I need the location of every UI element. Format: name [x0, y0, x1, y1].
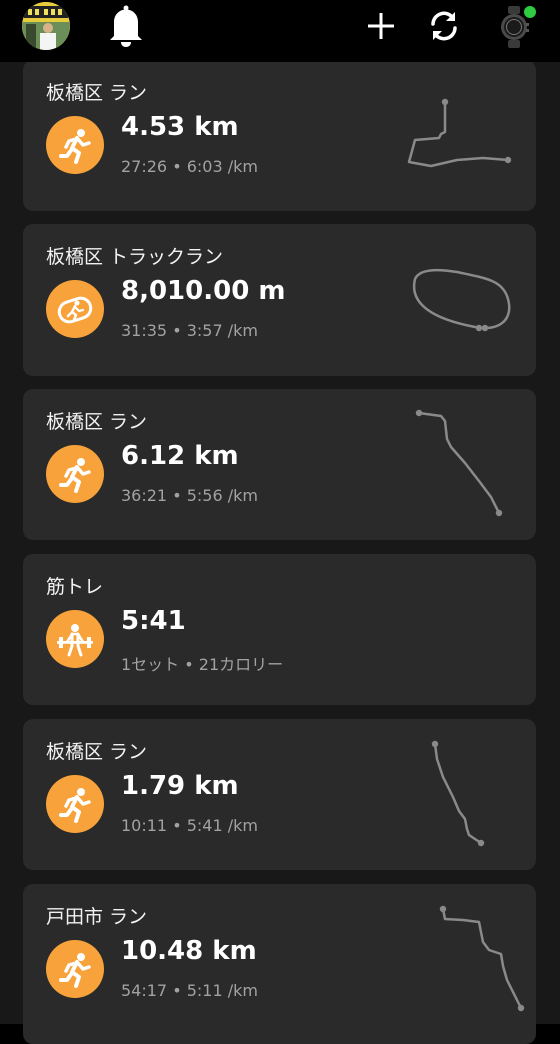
activity-stats: 31:35 • 3:57 /km — [121, 321, 258, 340]
activity-list: 板橋区 ラン 4.53 km 27:26 • 6:03 /km 板橋区 トラック… — [0, 0, 560, 1044]
activity-title: 板橋区 ラン — [46, 741, 148, 763]
route-map-thumbnail — [439, 905, 525, 1012]
weightlifting-icon — [46, 610, 104, 668]
activity-card[interactable]: 戸田市 ラン 10.48 km 54:17 • 5:11 /km — [23, 884, 536, 1044]
running-icon — [46, 940, 104, 998]
activity-duration: 5:41 — [121, 606, 186, 636]
activity-distance: 1.79 km — [121, 771, 239, 801]
bell-icon — [110, 5, 142, 47]
running-icon — [46, 775, 104, 833]
activity-stats: 1セット • 21カロリー — [121, 655, 284, 674]
running-icon — [46, 445, 104, 503]
profile-avatar[interactable] — [22, 2, 70, 50]
activity-distance: 10.48 km — [121, 936, 257, 966]
activity-title: 戸田市 ラン — [46, 906, 148, 928]
sync-button[interactable] — [424, 6, 464, 46]
activity-card[interactable]: 板橋区 ラン 6.12 km 36:21 • 5:56 /km — [23, 389, 536, 540]
add-activity-button[interactable] — [364, 8, 398, 44]
route-map-thumbnail — [431, 740, 485, 847]
notifications-button[interactable] — [106, 4, 146, 48]
activity-title: 板橋区 ラン — [46, 82, 148, 104]
device-status-indicator — [522, 4, 538, 20]
activity-distance: 4.53 km — [121, 112, 239, 142]
activity-stats: 10:11 • 5:41 /km — [121, 816, 258, 835]
activity-card[interactable]: 板橋区 ラン 4.53 km 27:26 • 6:03 /km — [23, 60, 536, 211]
route-map-thumbnail — [415, 409, 503, 517]
running-icon — [46, 116, 104, 174]
activity-title: 板橋区 トラックラン — [46, 246, 224, 268]
track-run-icon — [46, 280, 104, 338]
plus-icon — [368, 13, 394, 39]
top-navigation-bar — [0, 0, 560, 62]
activity-title: 板橋区 ラン — [46, 411, 148, 433]
route-map-thumbnail — [407, 98, 512, 168]
activity-card[interactable]: 板橋区 ラン 1.79 km 10:11 • 5:41 /km — [23, 719, 536, 870]
activity-card[interactable]: 筋トレ 5:41 1セット • 21カロリー — [23, 554, 536, 705]
activity-distance: 8,010.00 m — [121, 276, 286, 306]
route-map-thumbnail — [412, 268, 511, 332]
activity-stats: 27:26 • 6:03 /km — [121, 157, 258, 176]
activity-card[interactable]: 板橋区 トラックラン 8,010.00 m 31:35 • 3:57 /km — [23, 224, 536, 376]
sync-icon — [431, 11, 457, 41]
activity-distance: 6.12 km — [121, 441, 239, 471]
activity-stats: 54:17 • 5:11 /km — [121, 981, 258, 1000]
activity-title: 筋トレ — [46, 576, 104, 598]
activity-stats: 36:21 • 5:56 /km — [121, 486, 258, 505]
